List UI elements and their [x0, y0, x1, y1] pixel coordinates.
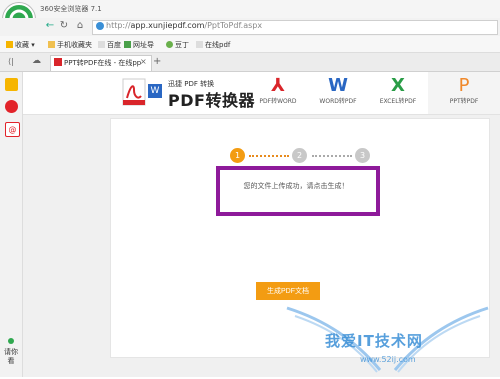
- sidebar-online-label[interactable]: 请你看: [4, 348, 18, 366]
- tab-close-button[interactable]: ×: [140, 57, 147, 66]
- mail-at-icon[interactable]: @: [5, 122, 20, 137]
- step-connector: [249, 155, 289, 157]
- url-prefix: http://: [106, 21, 131, 30]
- generate-pdf-button[interactable]: 生成PDF文档: [256, 282, 320, 300]
- watermark-url: www.52ij.com: [360, 355, 416, 364]
- upload-success-message: 您的文件上传成功，请点击生成！: [243, 182, 349, 190]
- address-text[interactable]: http://app.xunjiepdf.com/PptToPdf.aspx: [106, 21, 262, 30]
- weibo-icon[interactable]: [5, 100, 18, 113]
- ding-icon: [166, 41, 173, 48]
- bookmark-label: 网址导: [133, 41, 154, 49]
- step-connector: [312, 155, 352, 157]
- cloud-icon[interactable]: ☁: [32, 56, 41, 66]
- favorites-star-icon[interactable]: [5, 78, 18, 91]
- new-tab-button[interactable]: +: [153, 56, 161, 67]
- step-3-indicator: 3: [355, 148, 370, 163]
- bookmark-label: 收藏: [15, 41, 29, 49]
- bookmark-docin[interactable]: 豆丁: [166, 40, 189, 50]
- folder-icon: [48, 41, 55, 48]
- refresh-button[interactable]: ↻: [58, 20, 70, 32]
- acrobat-logo-icon: [122, 78, 146, 106]
- url-path: /PptToPdf.aspx: [204, 21, 263, 30]
- bookmark-label: 在线pdf: [205, 41, 231, 49]
- browser-title: 360安全浏览器 7.1: [40, 5, 102, 13]
- site-globe-icon: [96, 22, 104, 30]
- bookmark-favorites[interactable]: 收藏 ▾: [6, 40, 35, 50]
- online-status-icon: [8, 338, 14, 344]
- excel-icon: X: [391, 75, 405, 96]
- nav-label: PPT转PDF: [449, 98, 479, 105]
- bookmark-nav[interactable]: 网址导: [124, 40, 154, 50]
- step-2-indicator: 2: [292, 148, 307, 163]
- word-logo-icon: W: [148, 84, 162, 98]
- doc-icon: [196, 41, 203, 48]
- tab-list-icon[interactable]: ⟨|: [8, 57, 14, 66]
- url-host: app.xunjiepdf.com: [130, 21, 205, 30]
- step-1-indicator: 1: [230, 148, 245, 163]
- nav-excel-to-pdf[interactable]: X EXCEL转PDF: [363, 75, 433, 106]
- bookmark-mobile[interactable]: 手机收藏夹: [48, 40, 92, 50]
- pdf-favicon-icon: [54, 58, 62, 66]
- tab-label: PPT转PDF在线 - 在线pp: [64, 59, 142, 67]
- nav-ppt-to-pdf[interactable]: P PPT转PDF: [429, 75, 499, 106]
- bookmark-label: 手机收藏夹: [57, 41, 92, 49]
- bookmark-online-pdf[interactable]: 在线pdf: [196, 40, 230, 50]
- back-button[interactable]: ←: [44, 20, 56, 32]
- left-sidebar: [0, 72, 23, 377]
- home-icon[interactable]: ⌂: [74, 20, 86, 32]
- star-icon: [6, 41, 13, 48]
- nav-label: EXCEL转PDF: [379, 98, 417, 105]
- bookmark-label: 豆丁: [175, 41, 189, 49]
- bookmark-baidu[interactable]: 百度: [98, 40, 121, 50]
- status-message-box: [216, 166, 380, 216]
- brand-name: PDF转换器: [168, 91, 255, 110]
- chart-icon: [124, 41, 131, 48]
- bookmark-label: 百度: [107, 41, 121, 49]
- watermark-text: 我爱IT技术网: [325, 332, 423, 350]
- powerpoint-icon: P: [458, 75, 470, 96]
- doc-icon: [98, 41, 105, 48]
